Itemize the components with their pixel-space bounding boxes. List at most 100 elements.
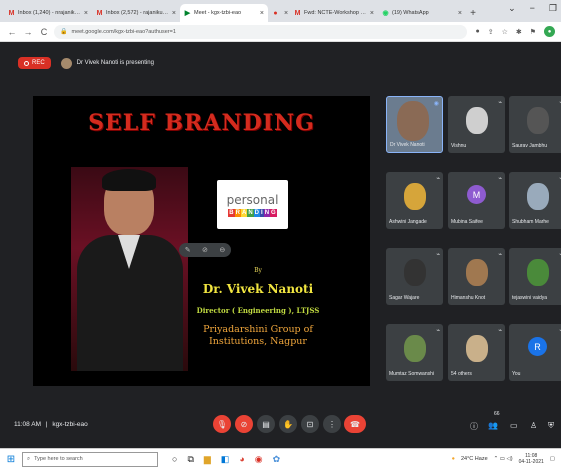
participant-avatar	[404, 259, 426, 286]
profile-avatar[interactable]: ●	[544, 26, 555, 37]
slide-organization: Priyadarshini Group of Institutions, Nag…	[203, 324, 313, 347]
cortana-icon[interactable]: ○	[172, 454, 177, 464]
file-explorer-icon[interactable]: ▆	[204, 454, 211, 465]
tab-search-icon[interactable]: ⌄	[508, 3, 516, 14]
more-options-button[interactable]: ⋮	[323, 415, 341, 433]
mute-icon[interactable]: ⊘	[202, 246, 208, 254]
participant-avatar	[527, 107, 549, 134]
browser-tab[interactable]: M Inbox (1,240) - nrajanikumar ×	[4, 4, 92, 22]
presenting-banner: Dr Vivek Nanoti is presenting	[60, 57, 154, 69]
participant-tile[interactable]: ⌁ Ashwini Jangade	[386, 172, 443, 229]
minimize-button[interactable]: −	[530, 3, 535, 14]
restore-button[interactable]: ❐	[549, 3, 557, 14]
notifications-icon[interactable]: ▢	[550, 456, 555, 462]
system-clock[interactable]: 11:08 04-11-2021	[519, 453, 544, 465]
url-field[interactable]: 🔒 meet.google.com/kgx-tzbi-eao?authuser=…	[54, 24, 468, 39]
weather-text[interactable]: 24°C Haze	[461, 456, 488, 462]
browser-tab[interactable]: M Inbox (2,572) - rajanikumar ×	[92, 4, 180, 22]
presentation-slide: SELF BRANDING personal BRANDING ✎ ⊘ ⊖ By…	[33, 96, 370, 386]
browser-tab-strip: M Inbox (1,240) - nrajanikumar × M Inbox (2,…	[0, 0, 561, 22]
close-tab-icon[interactable]: ×	[284, 10, 288, 17]
tab-favicon-icon: ▶	[184, 9, 191, 17]
participant-name: Vishnu	[451, 143, 467, 149]
participant-tile[interactable]: ⌁ Sagar Wajare	[386, 248, 443, 305]
window-controls: ⌄ − ❐	[508, 3, 557, 14]
participant-tile[interactable]: ⌁ Mumtaz Somwanshi	[386, 324, 443, 381]
reload-icon[interactable]: C	[38, 27, 50, 37]
activities-icon[interactable]: ♙	[530, 421, 537, 430]
task-view-icon[interactable]: ⧉	[187, 454, 193, 465]
forward-icon[interactable]: →	[22, 27, 34, 37]
tab-title: Meet - kgx-tzbi-eao	[194, 10, 242, 16]
info-icon[interactable]: ⓘ	[470, 421, 478, 432]
close-tab-icon[interactable]: ×	[370, 10, 374, 17]
host-controls-icon[interactable]: ⛨	[548, 421, 554, 431]
chat-icon[interactable]: ▭	[510, 421, 518, 430]
people-icon[interactable]: 👥	[488, 421, 498, 430]
participant-avatar: M	[467, 185, 486, 204]
participant-avatar	[466, 335, 488, 362]
meet-window: REC Dr Vivek Nanoti is presenting SELF B…	[0, 42, 561, 448]
captions-button[interactable]: ▤	[257, 415, 275, 433]
windows-taskbar: ⊞ ⌕ Type here to search ○ ⧉ ▆ ◧ ◕ ◉ ✿ ● …	[0, 448, 561, 469]
star-icon[interactable]: ☆	[502, 28, 508, 36]
speaking-icon: ◉	[433, 101, 439, 107]
photos-icon[interactable]: ✿	[273, 454, 281, 465]
meeting-controls-bar: 11:08 AM | kgx-tzbi-eao 🎙 ⊘ ▤ ✋ ⊡ ⋮ ☎ ⓘ …	[0, 402, 561, 448]
participant-tile[interactable]: ⌁Shubham Marhe	[509, 172, 561, 229]
new-tab-button[interactable]: +	[466, 4, 480, 22]
speaker-photo	[71, 167, 188, 371]
browser-tab[interactable]: ◉ (19) WhatsApp ×	[378, 4, 466, 22]
remove-icon[interactable]: ⊖	[219, 246, 225, 254]
participant-tile[interactable]: ◉ Dr Vivek Nanoti	[386, 96, 443, 153]
chrome-icon[interactable]: ◕	[239, 454, 244, 464]
participant-tile[interactable]: ⌁ 54 others	[448, 324, 505, 381]
browser-tab[interactable]: ▶ Meet - kgx-tzbi-eao ×	[180, 4, 268, 22]
tab-favicon-icon: ●	[273, 9, 278, 17]
participant-tile[interactable]: M ⌁ Mubina Saifee	[448, 172, 505, 229]
participant-count: 66	[494, 411, 500, 417]
participant-tile[interactable]: ⌁tejaswini vaidya	[509, 248, 561, 305]
camera-icon[interactable]: ●	[475, 28, 479, 35]
present-button[interactable]: ⊡	[301, 415, 319, 433]
tab-favicon-icon: M	[294, 9, 301, 17]
mic-muted-icon: ⌁	[498, 176, 502, 182]
mic-off-button[interactable]: 🎙	[213, 415, 231, 433]
close-tab-icon[interactable]: ×	[260, 10, 264, 17]
participant-avatar	[527, 259, 549, 286]
store-icon[interactable]: ◧	[221, 454, 230, 465]
extensions-icon[interactable]: ✱	[516, 28, 522, 36]
windows-start-icon[interactable]: ⊞	[0, 454, 22, 465]
browser-tab[interactable]: ● ×	[268, 4, 290, 22]
slide-speaker-role: Director ( Engineering ), LTJSS	[196, 306, 320, 315]
close-tab-icon[interactable]: ×	[172, 10, 176, 17]
raise-hand-button[interactable]: ✋	[279, 415, 297, 433]
participant-name: Mubina Saifee	[451, 219, 483, 225]
participant-tile[interactable]: ⌁ Himanshu Knot	[448, 248, 505, 305]
close-tab-icon[interactable]: ×	[458, 10, 462, 17]
lock-icon: 🔒	[60, 29, 68, 35]
tray-icons[interactable]: ⌃ ▭ ◁)	[494, 456, 513, 462]
record-icon	[24, 60, 29, 66]
puzzle-icon[interactable]: ⚑	[530, 28, 536, 36]
participant-tile[interactable]: R⌁You	[509, 324, 561, 381]
share-icon[interactable]: ⇪	[488, 28, 494, 36]
slide-by: By	[254, 267, 262, 274]
participant-name: You	[512, 371, 521, 377]
participant-tile[interactable]: ⌁ Vishnu	[448, 96, 505, 153]
browser-tab[interactable]: M Fwd: NCTE-Workshop on S ×	[290, 4, 378, 22]
mic-muted-icon: ⌁	[436, 252, 440, 258]
taskbar-search[interactable]: ⌕ Type here to search	[22, 451, 158, 467]
camera-off-button[interactable]: ⊘	[235, 415, 253, 433]
participant-tile[interactable]: ⌁Saurav Jambhu	[509, 96, 561, 153]
tab-favicon-icon: M	[96, 9, 103, 17]
app-icon[interactable]: ◉	[255, 454, 263, 465]
close-tab-icon[interactable]: ×	[84, 10, 88, 17]
mic-muted-icon: ⌁	[436, 176, 440, 182]
back-icon[interactable]: ←	[6, 27, 18, 37]
tab-title: Inbox (2,572) - rajanikumar	[106, 10, 170, 16]
participant-name: 54 others	[451, 371, 472, 377]
pin-icon[interactable]: ✎	[185, 246, 191, 254]
tab-title: (19) WhatsApp	[392, 10, 429, 16]
end-call-button[interactable]: ☎	[344, 415, 366, 433]
